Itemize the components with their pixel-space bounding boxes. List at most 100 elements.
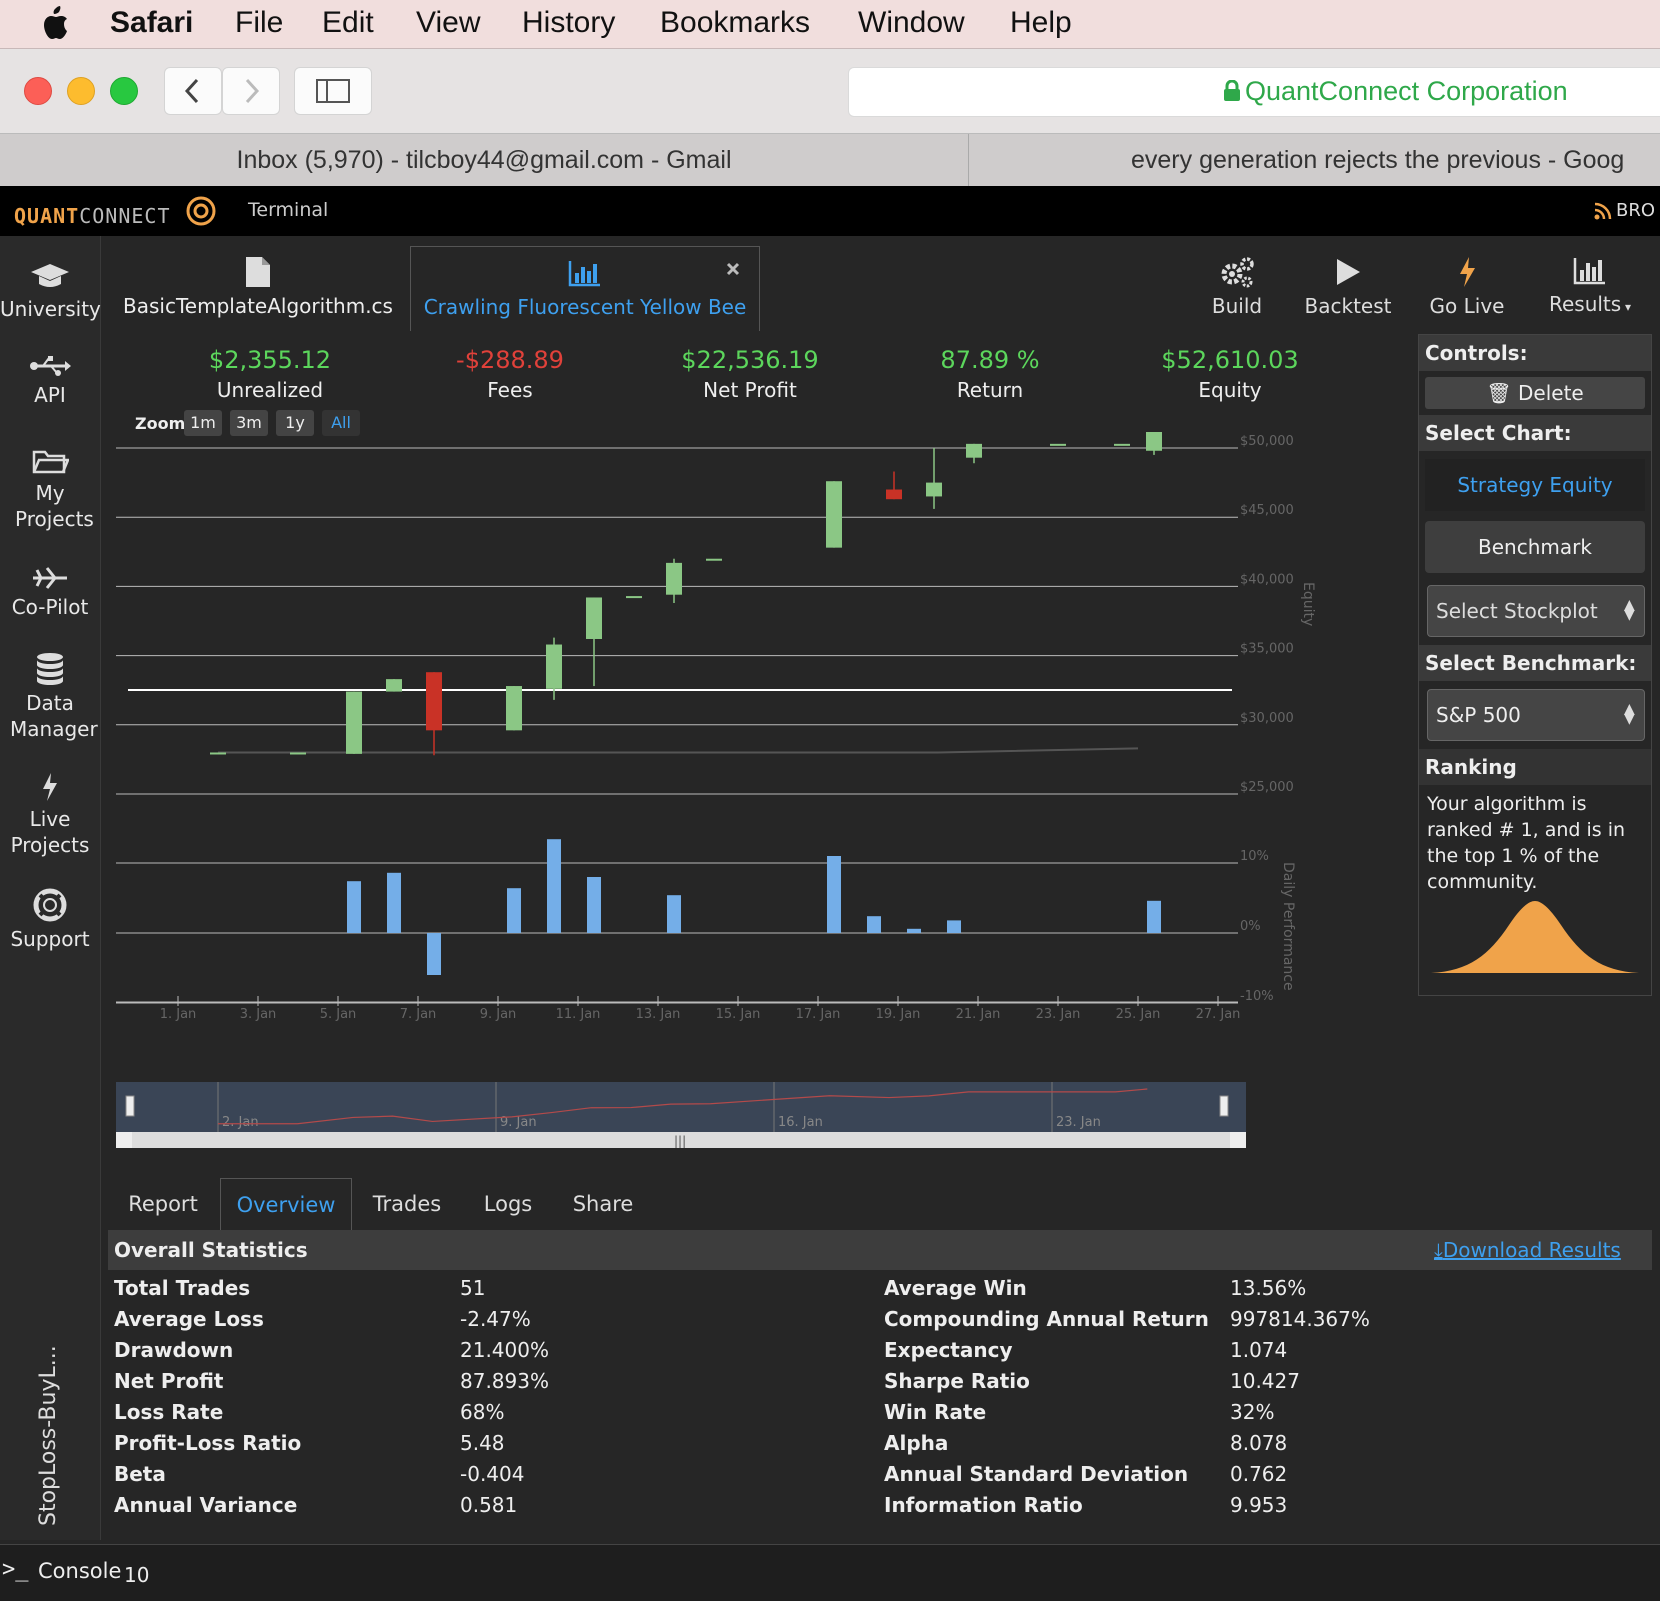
scroll-left-button[interactable]	[116, 1132, 132, 1148]
chart-navigator[interactable]: 2. Jan 9. Jan 16. Jan 23. Jan|||	[116, 1082, 1246, 1152]
stat-value: $52,610.03	[1161, 346, 1299, 374]
menu-app-name[interactable]: Safari	[110, 6, 193, 40]
menu-history[interactable]: History	[522, 6, 615, 40]
stat-return: 87.89 % Return	[880, 346, 1100, 402]
backtest-label: Backtest	[1304, 294, 1392, 318]
candle-body	[706, 558, 722, 561]
chart-option-strategy-equity[interactable]: Strategy Equity	[1425, 459, 1645, 511]
menu-help[interactable]: Help	[1010, 6, 1072, 40]
tab-trades[interactable]: Trades	[362, 1178, 452, 1230]
bar-chart-icon	[568, 261, 600, 287]
y-tick-label: $45,000	[1240, 503, 1294, 518]
download-results-label: Download Results	[1442, 1238, 1621, 1262]
go-live-button[interactable]: Go Live	[1424, 256, 1510, 318]
sidebar-item-support[interactable]: Support	[0, 888, 100, 952]
navigator-tick-label: 2. Jan	[222, 1115, 259, 1130]
browser-tab-title: Inbox (5,970) - tilcboy44@gmail.com - Gm…	[236, 146, 732, 174]
navigator-handle-left[interactable]	[125, 1095, 135, 1117]
play-icon	[1337, 259, 1360, 285]
build-button[interactable]: Build	[1200, 256, 1274, 318]
sidebar-item-university[interactable]: University	[0, 262, 101, 322]
candle-body	[290, 752, 306, 755]
x-tick-label: 13. Jan	[636, 1007, 681, 1022]
tab-logs[interactable]: Logs	[466, 1178, 550, 1230]
graduation-cap-icon	[31, 264, 69, 287]
project-name-vertical[interactable]: StopLoss-BuyL...	[36, 1345, 61, 1526]
sidebar-icon	[316, 79, 350, 103]
close-tab-icon[interactable]	[725, 261, 741, 277]
bar-chart-icon	[1573, 258, 1605, 285]
stat-value: 9.953	[1230, 1493, 1288, 1517]
sidebar-toggle-button[interactable]	[294, 67, 372, 115]
menu-window[interactable]: Window	[858, 6, 965, 40]
stat-key: Drawdown	[114, 1338, 234, 1362]
x-tick-label: 9. Jan	[480, 1007, 517, 1022]
minimize-window-button[interactable]	[67, 77, 95, 105]
main-sidebar: University API My Projects Co-Pilot Data…	[0, 236, 101, 1540]
stat-key: Annual Standard Deviation	[884, 1462, 1189, 1486]
candle-body	[666, 562, 682, 595]
delete-button[interactable]: 🗑 Delete	[1425, 377, 1645, 409]
sidebar-item-api[interactable]: API	[0, 354, 100, 408]
browser-tab[interactable]: Inbox (5,970) - tilcboy44@gmail.com - Gm…	[0, 134, 969, 186]
backtest-button[interactable]: Backtest	[1300, 256, 1396, 318]
apple-logo-icon[interactable]	[40, 6, 70, 40]
tab-report[interactable]: Report	[118, 1178, 208, 1230]
menu-file[interactable]: File	[235, 6, 283, 40]
chart-option-benchmark[interactable]: Benchmark	[1425, 521, 1645, 573]
logo-quant: QUANT	[14, 204, 80, 228]
sidebar-item-co-pilot[interactable]: Co-Pilot	[0, 566, 100, 620]
sidebar-item-label: University	[0, 297, 101, 321]
results-label: Results	[1548, 292, 1622, 316]
stat-value: -2.47%	[460, 1307, 531, 1331]
forward-button[interactable]	[222, 67, 280, 115]
stat-value: 997814.367%	[1230, 1307, 1370, 1331]
zoom-window-button[interactable]	[110, 77, 138, 105]
sidebar-item-my-projects[interactable]: My Projects	[0, 448, 100, 532]
sidebar-item-data-manager[interactable]: Data Manager	[0, 652, 100, 742]
database-icon	[37, 653, 63, 685]
candle-body	[1050, 443, 1066, 446]
file-tab-backtest[interactable]: Crawling Fluorescent Yellow Bee	[410, 246, 760, 331]
perf-bar	[587, 877, 601, 933]
stat-key: Total Trades	[114, 1276, 251, 1300]
download-results-link[interactable]: ⤓Download Results	[1434, 1238, 1621, 1262]
browser-tab[interactable]: every generation rejects the previous - …	[969, 134, 1660, 186]
console-bar[interactable]: >_ Console 10	[0, 1544, 1660, 1601]
x-tick-label: 23. Jan	[1036, 1007, 1081, 1022]
sidebar-item-live-projects[interactable]: Live Projects	[0, 772, 100, 858]
section-title[interactable]: Terminal	[248, 199, 328, 221]
stat-value: 0.762	[1230, 1462, 1288, 1486]
benchmark-select[interactable]: S&P 500 ▲ ▼	[1427, 689, 1645, 741]
caret-down-icon: ▾	[1621, 300, 1632, 314]
x-tick-label: 19. Jan	[876, 1007, 921, 1022]
tab-overview[interactable]: Overview	[220, 1178, 352, 1231]
perf-bar	[1147, 900, 1161, 933]
close-window-button[interactable]	[24, 77, 52, 105]
menu-view[interactable]: View	[416, 6, 480, 40]
navigator-handle-right[interactable]	[1219, 1095, 1229, 1117]
perf-bar	[907, 928, 921, 933]
stat-key: Beta	[114, 1462, 166, 1486]
menu-edit[interactable]: Edit	[322, 6, 374, 40]
x-tick-label: 21. Jan	[956, 1007, 1001, 1022]
candle-body	[626, 596, 642, 599]
menu-bookmarks[interactable]: Bookmarks	[660, 6, 810, 40]
results-button[interactable]: Results ▾	[1542, 256, 1638, 316]
broadcast-link[interactable]: BRO	[1616, 200, 1655, 221]
quantconnect-logo[interactable]: QUANTCONNECT	[14, 204, 171, 228]
updown-arrow-icon: ▲ ▼	[1624, 701, 1635, 727]
x-tick-label: 3. Jan	[240, 1007, 277, 1022]
tab-share[interactable]: Share	[560, 1178, 646, 1230]
benchmark-select-value: S&P 500	[1436, 703, 1521, 727]
address-bar[interactable]: QuantConnect Corporation	[848, 67, 1660, 117]
perf-bar	[867, 916, 881, 933]
logo-swirl-icon	[186, 196, 216, 226]
stat-key: Loss Rate	[114, 1400, 224, 1424]
perf-bar	[427, 933, 441, 975]
file-tab-algorithm[interactable]: BasicTemplateAlgorithm.cs	[118, 246, 398, 330]
back-button[interactable]	[164, 67, 222, 115]
scroll-grip-icon[interactable]: |||	[674, 1134, 686, 1148]
scroll-right-button[interactable]	[1230, 1132, 1246, 1148]
stockplot-select[interactable]: Select Stockplot ▲ ▼	[1427, 585, 1645, 637]
